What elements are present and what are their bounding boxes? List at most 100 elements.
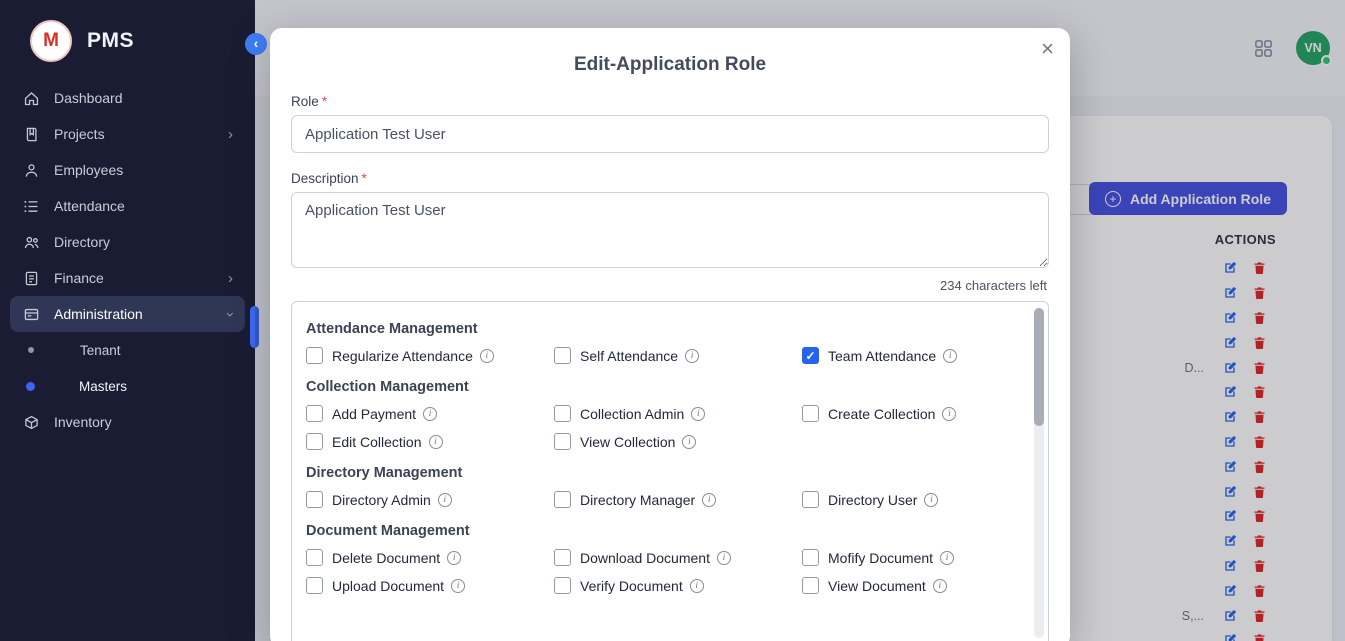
checkbox-icon[interactable] xyxy=(306,491,323,508)
permission-grid: Add Payment i Collection Admin i Create … xyxy=(306,405,1018,450)
permission-checkbox-item[interactable]: Collection Admin i xyxy=(554,405,802,422)
permission-checkbox-item[interactable]: Delete Document i xyxy=(306,549,554,566)
bullet-icon xyxy=(28,347,34,353)
sidebar-item-label: Employees xyxy=(54,162,123,178)
checkbox-icon[interactable] xyxy=(554,577,571,594)
info-icon[interactable]: i xyxy=(480,349,494,363)
info-icon[interactable]: i xyxy=(924,493,938,507)
info-icon[interactable]: i xyxy=(933,579,947,593)
checkbox-icon[interactable] xyxy=(554,347,571,364)
permission-label: Self Attendance xyxy=(580,348,678,364)
sidebar-item-label: Dashboard xyxy=(54,90,123,106)
sidebar-item-masters[interactable]: Masters xyxy=(10,368,245,404)
permission-label: Directory User xyxy=(828,492,917,508)
info-icon[interactable]: i xyxy=(447,551,461,565)
permission-section-title: Attendance Management xyxy=(306,321,1018,337)
sidebar-collapse-button[interactable]: ‹ xyxy=(245,33,267,55)
description-field-label: Description* xyxy=(291,171,1049,186)
permission-section: Directory Management Directory Admin i D… xyxy=(306,465,1018,508)
info-icon[interactable]: i xyxy=(690,579,704,593)
permission-checkbox-item[interactable]: View Collection i xyxy=(554,433,802,450)
info-icon[interactable]: i xyxy=(940,551,954,565)
active-bullet-icon xyxy=(26,382,35,391)
checkbox-icon[interactable] xyxy=(554,433,571,450)
permission-label: View Collection xyxy=(580,434,675,450)
sidebar-item-employees[interactable]: Employees xyxy=(10,152,245,188)
characters-left-counter: 234 characters left xyxy=(291,278,1047,293)
sidebar-item-administration[interactable]: Administration › xyxy=(10,296,245,332)
permission-checkbox-item[interactable]: Download Document i xyxy=(554,549,802,566)
permissions-panel: Attendance Management Regularize Attenda… xyxy=(291,301,1049,641)
permission-checkbox-item[interactable]: Directory Manager i xyxy=(554,491,802,508)
permission-label: Directory Manager xyxy=(580,492,695,508)
permission-checkbox-item[interactable]: View Document i xyxy=(802,577,1018,594)
checkbox-icon[interactable] xyxy=(306,405,323,422)
checkbox-icon[interactable] xyxy=(802,549,819,566)
permission-checkbox-item[interactable]: Team Attendance i xyxy=(802,347,1018,364)
permission-checkbox-item[interactable]: Mofify Document i xyxy=(802,549,1018,566)
sidebar-item-inventory[interactable]: Inventory xyxy=(10,404,245,440)
role-input[interactable] xyxy=(291,115,1049,153)
info-icon[interactable]: i xyxy=(685,349,699,363)
permission-checkbox-item[interactable]: Upload Document i xyxy=(306,577,554,594)
checkbox-icon[interactable] xyxy=(802,405,819,422)
checkbox-icon[interactable] xyxy=(306,433,323,450)
permission-checkbox-item[interactable]: Directory User i xyxy=(802,491,1018,508)
checkbox-icon[interactable] xyxy=(554,491,571,508)
sidebar-item-label: Projects xyxy=(54,126,105,142)
info-icon[interactable]: i xyxy=(691,407,705,421)
info-icon[interactable]: i xyxy=(429,435,443,449)
permission-label: Verify Document xyxy=(580,578,683,594)
required-asterisk: * xyxy=(322,94,327,109)
checkbox-icon[interactable] xyxy=(802,347,819,364)
permission-checkbox-item[interactable]: Add Payment i xyxy=(306,405,554,422)
close-icon[interactable]: × xyxy=(1041,38,1054,60)
info-icon[interactable]: i xyxy=(423,407,437,421)
checkbox-icon[interactable] xyxy=(554,549,571,566)
sidebar-item-projects[interactable]: Projects › xyxy=(10,116,245,152)
checkbox-icon[interactable] xyxy=(306,577,323,594)
sidebar-item-tenant[interactable]: Tenant xyxy=(10,332,245,368)
modal-title: Edit-Application Role xyxy=(291,54,1049,76)
chevron-right-icon: › xyxy=(228,127,233,142)
sidebar-item-label: Administration xyxy=(54,306,143,322)
permission-label: Add Payment xyxy=(332,406,416,422)
info-icon[interactable]: i xyxy=(438,493,452,507)
description-textarea[interactable]: Application Test User xyxy=(291,192,1049,268)
checkbox-icon[interactable] xyxy=(802,491,819,508)
permission-grid: Delete Document i Download Document i Mo… xyxy=(306,549,1018,594)
sidebar-item-dashboard[interactable]: Dashboard xyxy=(10,80,245,116)
permission-checkbox-item[interactable]: Verify Document i xyxy=(554,577,802,594)
permission-label: Upload Document xyxy=(332,578,444,594)
info-icon[interactable]: i xyxy=(942,407,956,421)
scrollbar-thumb[interactable] xyxy=(1034,308,1044,426)
edit-application-role-modal: × Edit-Application Role Role* Descriptio… xyxy=(270,28,1070,641)
checkbox-icon[interactable] xyxy=(802,577,819,594)
sidebar: M PMS Dashboard Projects › Employees Att… xyxy=(0,0,255,641)
checkbox-icon[interactable] xyxy=(306,347,323,364)
info-icon[interactable]: i xyxy=(682,435,696,449)
chevron-down-icon: › xyxy=(223,312,238,317)
info-icon[interactable]: i xyxy=(451,579,465,593)
sidebar-item-finance[interactable]: Finance › xyxy=(10,260,245,296)
checkbox-icon[interactable] xyxy=(554,405,571,422)
permission-checkbox-item[interactable]: Self Attendance i xyxy=(554,347,802,364)
info-icon[interactable]: i xyxy=(717,551,731,565)
permissions-panel-content: Attendance Management Regularize Attenda… xyxy=(306,321,1018,594)
info-icon[interactable]: i xyxy=(702,493,716,507)
description-label-text: Description xyxy=(291,171,359,186)
sidebar-item-label: Inventory xyxy=(54,414,112,430)
permission-section: Collection Management Add Payment i Coll… xyxy=(306,379,1018,450)
person-icon xyxy=(22,161,40,179)
checkbox-icon[interactable] xyxy=(306,549,323,566)
role-field-label: Role* xyxy=(291,94,1049,109)
info-icon[interactable]: i xyxy=(943,349,957,363)
permission-checkbox-item[interactable]: Create Collection i xyxy=(802,405,1018,422)
permission-checkbox-item[interactable]: Edit Collection i xyxy=(306,433,554,450)
permission-checkbox-item[interactable]: Directory Admin i xyxy=(306,491,554,508)
permission-checkbox-item[interactable]: Regularize Attendance i xyxy=(306,347,554,364)
sidebar-item-directory[interactable]: Directory xyxy=(10,224,245,260)
permission-label: Mofify Document xyxy=(828,550,933,566)
role-label-text: Role xyxy=(291,94,319,109)
sidebar-item-attendance[interactable]: Attendance xyxy=(10,188,245,224)
